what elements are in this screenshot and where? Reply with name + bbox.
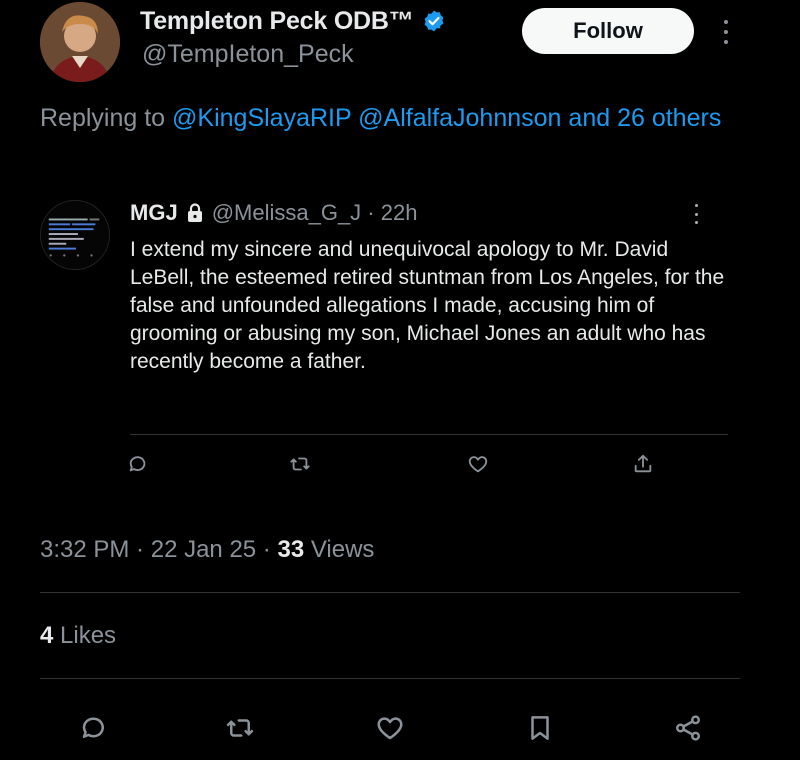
tweet-date: 22 Jan 25 xyxy=(150,536,257,563)
quoted-actions xyxy=(122,448,662,480)
quoted-tweet-text: I extend my sincere and unequivocal apol… xyxy=(130,238,725,373)
tweet-action-bar xyxy=(0,706,800,750)
quoted-divider xyxy=(130,434,728,435)
replying-to: Replying to @KingSlayaRIP @AlfalfaJohnns… xyxy=(40,98,770,138)
likes-stat[interactable]: 4 Likes xyxy=(40,622,116,650)
lock-icon xyxy=(186,203,204,223)
views-count[interactable]: 33 xyxy=(277,536,304,564)
views-label[interactable]: Views xyxy=(304,536,375,564)
avatar-image xyxy=(40,2,120,82)
likes-label[interactable]: Likes xyxy=(53,622,116,649)
like-icon[interactable] xyxy=(462,448,494,480)
tweet-meta: 3:32 PM · 22 Jan 25 · 33 Views xyxy=(40,536,374,564)
likes-count[interactable]: 4 xyxy=(40,622,53,649)
mention-link[interactable]: @KingSlayaRIP xyxy=(172,104,351,132)
tweet-detail-screen: Templeton Peck ODB™ @TempIeton_Peck Foll… xyxy=(0,0,800,760)
reply-icon[interactable] xyxy=(72,706,116,750)
quoted-handle-time[interactable]: @Melissa_G_J · 22h xyxy=(212,200,418,226)
quoted-avatar[interactable] xyxy=(40,200,110,270)
follow-button[interactable]: Follow xyxy=(522,8,694,54)
quoted-more-icon[interactable] xyxy=(690,202,702,226)
bookmark-icon[interactable] xyxy=(518,706,562,750)
share-icon[interactable] xyxy=(666,706,710,750)
author-handle[interactable]: @TempIeton_Peck xyxy=(142,40,354,69)
share-icon[interactable] xyxy=(627,448,659,480)
others-link[interactable]: and 26 others xyxy=(568,104,721,132)
verified-badge-icon[interactable] xyxy=(422,9,446,33)
like-icon[interactable] xyxy=(368,706,412,750)
author-name-row: Templeton Peck ODB™ xyxy=(140,6,446,36)
retweet-icon[interactable] xyxy=(284,448,316,480)
author-display-name[interactable]: Templeton Peck ODB™ xyxy=(140,7,414,36)
tweet-time: 3:32 PM xyxy=(40,536,130,563)
retweet-icon[interactable] xyxy=(218,706,262,750)
avatar[interactable] xyxy=(40,2,120,82)
more-vertical-icon[interactable] xyxy=(716,14,736,50)
quoted-name[interactable]: MGJ xyxy=(130,200,178,226)
meta-separator: · xyxy=(129,536,151,563)
divider xyxy=(40,592,740,593)
mention-link[interactable]: @AlfalfaJohnnson xyxy=(358,104,561,132)
meta-separator: · xyxy=(256,536,278,563)
divider xyxy=(40,678,740,679)
quoted-header: MGJ @Melissa_G_J · 22h xyxy=(130,198,417,228)
replying-prefix: Replying to xyxy=(40,104,173,132)
reply-icon[interactable] xyxy=(122,448,154,480)
